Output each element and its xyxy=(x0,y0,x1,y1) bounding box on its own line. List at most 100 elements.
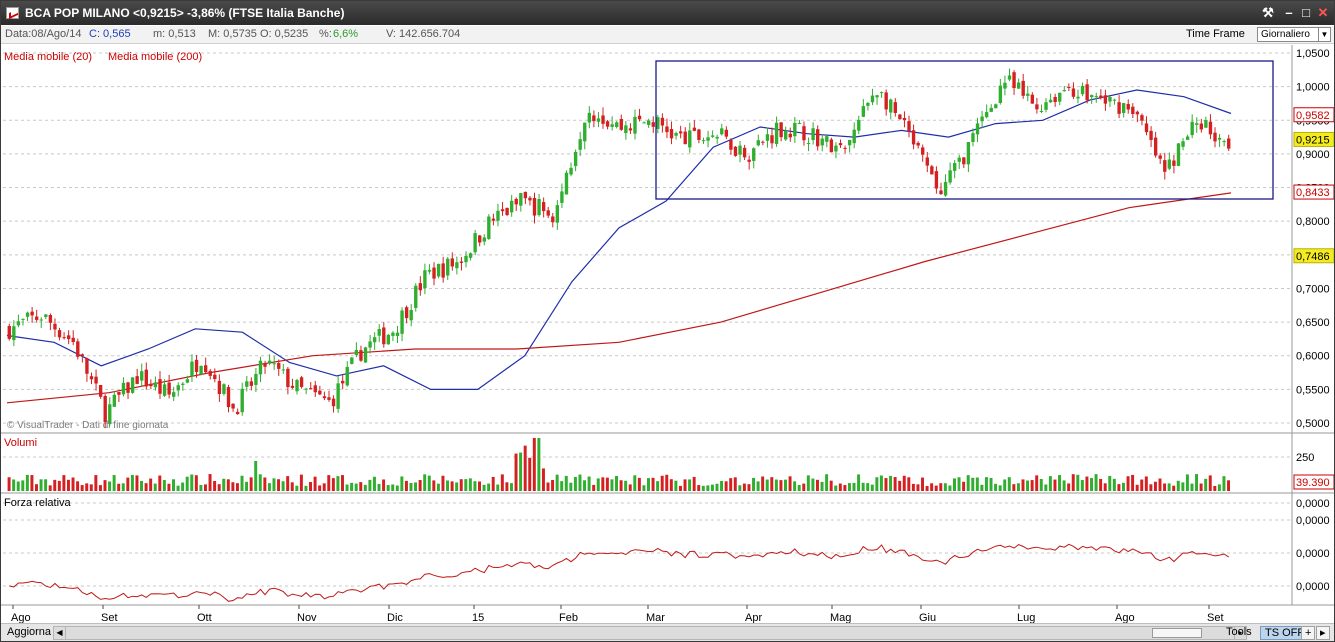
candle-body xyxy=(94,376,98,384)
volume-bar xyxy=(121,483,125,491)
volume-bar xyxy=(1039,479,1043,491)
volume-bar xyxy=(642,485,646,491)
volume-bar xyxy=(1058,475,1062,491)
candle-body xyxy=(464,255,468,263)
chevron-down-icon[interactable]: ▼ xyxy=(1318,28,1330,41)
volume-bar xyxy=(541,468,545,491)
candle-body xyxy=(372,337,377,343)
volume-bar xyxy=(1131,474,1135,491)
candle-body xyxy=(25,312,30,317)
candle-body xyxy=(85,358,89,374)
volume-bar xyxy=(12,479,16,491)
volume-bar xyxy=(866,483,870,491)
candle-body xyxy=(235,411,240,415)
volume-bar xyxy=(53,479,57,491)
candle-body xyxy=(747,159,751,162)
volume-bar xyxy=(249,477,253,491)
candle-body xyxy=(1204,120,1208,128)
volume-bar xyxy=(1213,485,1217,491)
candle-body xyxy=(619,118,623,130)
volume-bar xyxy=(404,480,408,491)
refresh-button[interactable]: Aggiorna xyxy=(3,626,55,640)
candle-body xyxy=(1112,99,1117,101)
tools-button[interactable]: Tools xyxy=(1222,626,1256,640)
volume-bar xyxy=(560,481,564,491)
volume-bar xyxy=(811,478,815,491)
candle-body xyxy=(272,363,276,365)
candle-body xyxy=(1012,72,1016,89)
volume-bar xyxy=(907,477,911,491)
rsi-tick-label: 0,0000 xyxy=(1296,515,1330,527)
candle-body xyxy=(240,388,244,413)
scrollbar-thumb[interactable] xyxy=(1152,628,1202,638)
volume-bar xyxy=(619,480,623,491)
volume-bar xyxy=(1217,484,1221,491)
time-scrollbar[interactable]: ◀ ▸ xyxy=(53,626,1247,640)
candle-body xyxy=(861,106,866,117)
time-tick-label: Apr xyxy=(745,612,762,623)
collapse-arrow-icon[interactable]: ▸ xyxy=(1316,626,1330,640)
candle-body xyxy=(907,121,911,132)
volume-bar xyxy=(1172,485,1176,491)
candle-body xyxy=(893,102,897,113)
candle-body xyxy=(500,209,505,212)
volume-bar xyxy=(44,479,48,491)
time-frame-select[interactable]: Giornaliero ▼ xyxy=(1257,27,1331,42)
candle-body xyxy=(345,366,349,386)
volume-bar xyxy=(35,484,38,491)
volume-bar xyxy=(158,475,162,491)
scroll-left-icon[interactable]: ◀ xyxy=(54,627,66,639)
candle-body xyxy=(857,119,861,131)
candle-body xyxy=(44,314,48,317)
candle-body xyxy=(660,117,665,126)
candle-body xyxy=(569,167,573,175)
tools-icon[interactable]: ⚒ xyxy=(1259,4,1277,22)
candle-body xyxy=(245,381,249,387)
candle-body xyxy=(176,385,180,391)
candle-body xyxy=(911,130,916,145)
volume-bar xyxy=(455,482,459,491)
candle-body xyxy=(948,170,952,183)
candle-body xyxy=(162,384,167,396)
candle-body xyxy=(213,374,217,380)
candle-body xyxy=(647,120,651,125)
candle-body xyxy=(1071,88,1076,97)
candle-body xyxy=(1067,86,1071,89)
volume-bar xyxy=(39,479,43,491)
volume-bar xyxy=(1062,480,1066,491)
candle-body xyxy=(331,398,336,407)
candle-body xyxy=(441,263,445,278)
volume-bar xyxy=(464,479,468,491)
candle-body xyxy=(756,140,760,146)
volume-bar xyxy=(336,476,340,491)
volume-bar xyxy=(537,438,541,491)
price-chart[interactable]: Media mobile (20) Media mobile (200) © V… xyxy=(1,45,1334,623)
maximize-button[interactable]: □ xyxy=(1297,4,1315,22)
close-button[interactable]: ✕ xyxy=(1314,4,1332,22)
volume-bar xyxy=(359,482,363,491)
volume-bar xyxy=(382,479,386,491)
volume-bar xyxy=(615,475,618,491)
candle-body xyxy=(103,396,107,423)
volume-bar xyxy=(30,475,34,491)
price-badge: 0,9582 xyxy=(1293,107,1334,123)
candle-body xyxy=(943,181,948,196)
candle-body xyxy=(742,147,747,158)
candle-body xyxy=(1135,111,1140,115)
time-tick-label: Set xyxy=(101,612,118,623)
volume-readout: V: 142.656.704 xyxy=(386,28,461,40)
add-button[interactable]: + xyxy=(1301,626,1316,640)
minimize-button[interactable]: – xyxy=(1280,4,1298,22)
candle-body xyxy=(39,319,43,321)
candle-body xyxy=(482,237,486,242)
candle-body xyxy=(249,381,254,386)
volume-bar xyxy=(372,476,376,491)
candle-body xyxy=(130,377,135,393)
volume-bar xyxy=(427,475,431,491)
volume-bar xyxy=(1117,484,1121,491)
volume-bar xyxy=(710,484,714,491)
candle-body xyxy=(797,122,802,124)
candle-body xyxy=(615,122,619,127)
candle-body xyxy=(382,327,386,345)
candle-body xyxy=(309,388,313,390)
